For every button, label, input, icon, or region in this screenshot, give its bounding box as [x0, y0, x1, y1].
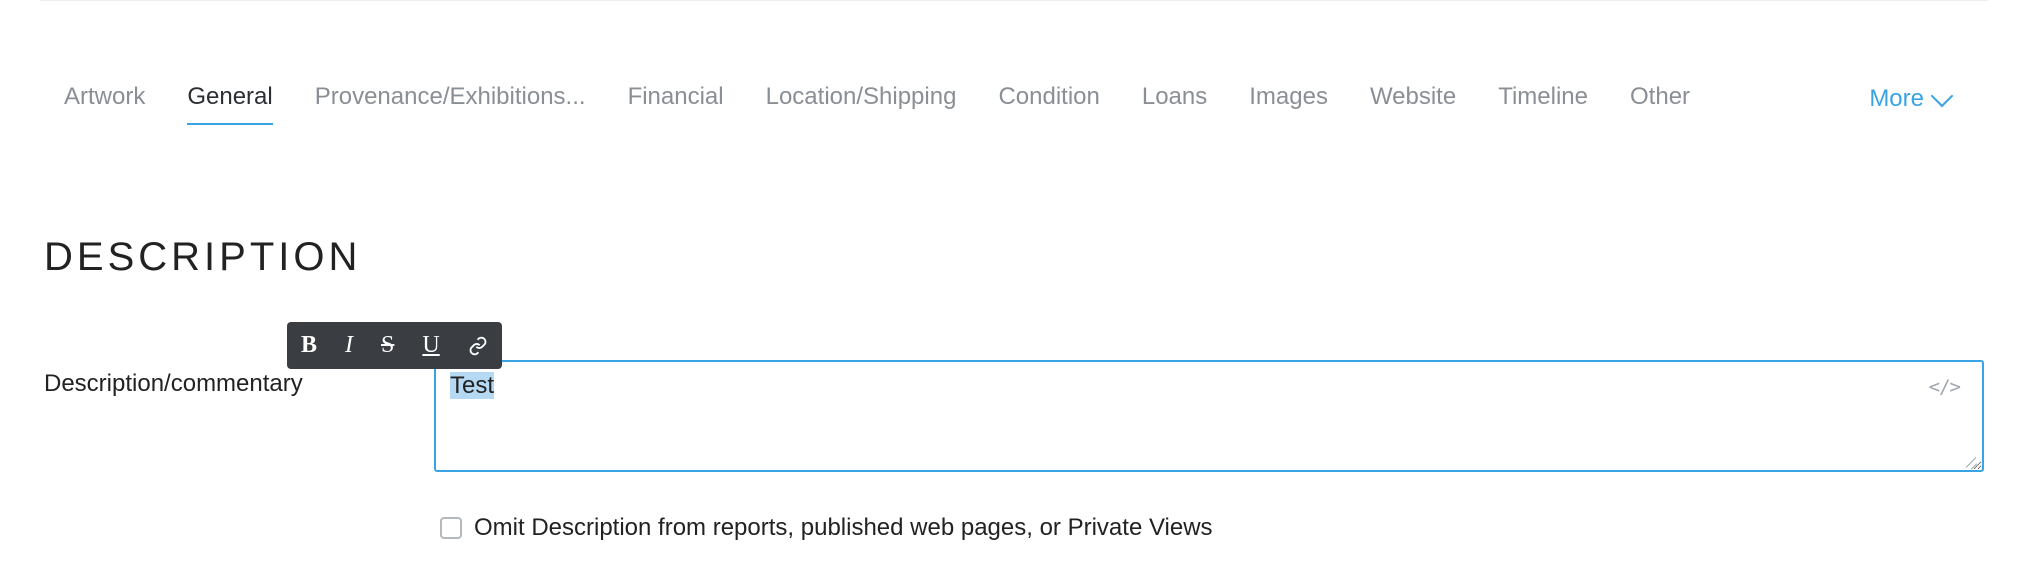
tab-more-label: More: [1869, 85, 1924, 113]
tab-artwork[interactable]: Artwork: [64, 73, 145, 125]
top-divider: [40, 0, 1988, 1]
description-textarea[interactable]: Test </>: [434, 360, 1984, 472]
link-button[interactable]: [468, 336, 488, 356]
tab-more[interactable]: More: [1869, 85, 1950, 113]
omit-description-label: Omit Description from reports, published…: [474, 514, 1213, 542]
tab-other[interactable]: Other: [1630, 73, 1690, 125]
resize-handle[interactable]: [1964, 452, 1978, 466]
tab-location-shipping[interactable]: Location/Shipping: [766, 73, 957, 125]
omit-description-row: Omit Description from reports, published…: [0, 514, 2028, 542]
description-field-row: Description/commentary B I S U Test </>: [0, 360, 2028, 472]
tabs-row: Artwork General Provenance/Exhibitions..…: [0, 73, 2028, 125]
tab-images[interactable]: Images: [1249, 73, 1328, 125]
italic-button[interactable]: I: [345, 332, 353, 359]
text-format-toolbar: B I S U: [287, 322, 502, 369]
description-input-wrap: B I S U Test </>: [434, 360, 1984, 472]
link-icon: [468, 336, 488, 356]
tab-loans[interactable]: Loans: [1142, 73, 1207, 125]
tab-general[interactable]: General: [187, 73, 272, 125]
tab-provenance-exhibitions[interactable]: Provenance/Exhibitions...: [315, 73, 586, 125]
chevron-down-icon: [1931, 85, 1954, 108]
tab-website[interactable]: Website: [1370, 73, 1456, 125]
underline-button[interactable]: U: [422, 332, 439, 359]
code-view-button[interactable]: </>: [1929, 376, 1960, 398]
description-text-selection: Test: [450, 372, 494, 399]
tab-timeline[interactable]: Timeline: [1498, 73, 1588, 125]
section-title: Description: [0, 235, 2028, 280]
tab-financial[interactable]: Financial: [628, 73, 724, 125]
strikethrough-button[interactable]: S: [381, 332, 394, 359]
omit-description-checkbox[interactable]: [440, 517, 462, 539]
bold-button[interactable]: B: [301, 332, 317, 359]
tab-condition[interactable]: Condition: [998, 73, 1099, 125]
